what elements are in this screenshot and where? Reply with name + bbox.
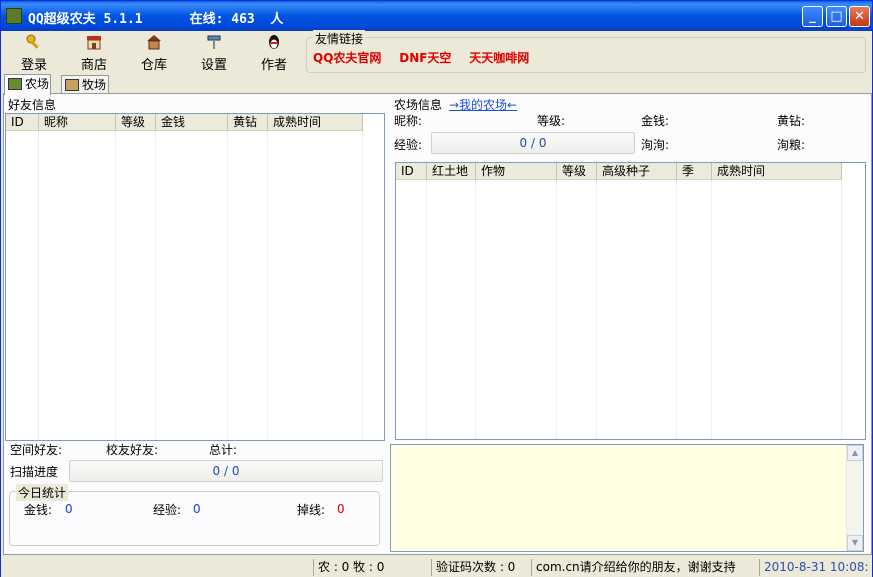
farm-water-label: 洵洵: <box>641 138 670 152</box>
today-drop-label: 掉线: <box>297 503 326 517</box>
link-tiantian-coffee[interactable]: 天天咖啡网 <box>469 51 529 65</box>
today-money-value: 0 <box>65 502 73 516</box>
app-icon <box>6 8 22 24</box>
status-captcha: 验证码次数 : 0 <box>431 559 527 576</box>
settings-icon <box>207 35 221 49</box>
minimize-icon: _ <box>809 9 816 24</box>
today-stats-title: 今日统计 <box>16 484 69 501</box>
maximize-button[interactable]: □ <box>826 6 847 27</box>
farm-nickname-label: 昵称: <box>394 114 423 128</box>
pasture-tab-icon <box>65 79 79 91</box>
today-drop-value: 0 <box>337 502 345 516</box>
login-button[interactable]: 登录 <box>9 34 59 73</box>
col-crop[interactable]: 作物 <box>476 163 557 180</box>
warehouse-icon <box>147 35 161 50</box>
col-season[interactable]: 季 <box>677 163 712 180</box>
status-bar: 农 : 0 牧 : 0 验证码次数 : 0 com.cn请介绍给你的朋友，谢谢支… <box>1 557 872 577</box>
status-datetime: 2010-8-31 10:08:20 <box>759 559 869 576</box>
app-window: QQ超级农夫 5.1.1 在线: 463 人 _ □ ✕ 登录 商店 仓库 设置… <box>0 0 873 577</box>
school-friends-label: 校友好友: <box>106 443 159 457</box>
farm-money-label: 金钱: <box>641 114 670 128</box>
link-qq-farmer-site[interactable]: QQ农夫官网 <box>313 51 381 65</box>
tab-farm[interactable]: 农场 <box>4 74 51 95</box>
status-farm-pasture: 农 : 0 牧 : 0 <box>313 559 425 576</box>
today-exp-label: 经验: <box>153 503 182 517</box>
window-title: QQ超级农夫 5.1.1 在线: 463 人 <box>28 12 284 27</box>
total-label: 总计: <box>209 443 238 457</box>
col-land-id[interactable]: ID <box>396 163 427 180</box>
farm-food-label: 洵粮: <box>777 138 806 152</box>
my-farm-link[interactable]: →我的农场← <box>449 96 517 113</box>
col-red-soil[interactable]: 红土地 <box>427 163 476 180</box>
key-icon <box>26 34 39 49</box>
col-nickname[interactable]: 昵称 <box>39 114 116 131</box>
tab-pasture[interactable]: 牧场 <box>61 75 109 95</box>
farm-level-label: 等级: <box>537 114 566 128</box>
shop-button[interactable]: 商店 <box>69 34 119 73</box>
farm-land-list[interactable]: ID 红土地 作物 等级 高级种子 季 成熟时间 <box>395 162 866 440</box>
warehouse-button[interactable]: 仓库 <box>129 34 179 73</box>
status-message: com.cn请介绍给你的朋友，谢谢支持 <box>531 559 755 576</box>
scan-progress-label: 扫描进度 <box>10 465 59 479</box>
col-money[interactable]: 金钱 <box>156 114 228 131</box>
log-scrollbar[interactable]: ▲ ▼ <box>846 445 863 551</box>
col-crop-mature-time[interactable]: 成熟时间 <box>712 163 842 180</box>
maximize-icon: □ <box>830 9 843 24</box>
qq-penguin-icon <box>269 35 279 49</box>
close-icon: ✕ <box>854 9 865 24</box>
col-id[interactable]: ID <box>6 114 39 131</box>
today-exp-value: 0 <box>193 502 201 516</box>
scan-progress-bar: 0 / 0 <box>69 460 383 482</box>
friend-links-title: 友情链接 <box>313 30 366 47</box>
col-crop-level[interactable]: 等级 <box>557 163 597 180</box>
col-mature-time[interactable]: 成熟时间 <box>268 114 363 131</box>
col-premium-seed[interactable]: 高级种子 <box>597 163 677 180</box>
col-level[interactable]: 等级 <box>116 114 156 131</box>
friends-list[interactable]: ID 昵称 等级 金钱 黄钻 成熟时间 <box>5 113 385 441</box>
scroll-down-icon[interactable]: ▼ <box>847 535 863 551</box>
today-stats-group: 今日统计 <box>9 484 380 546</box>
friends-info-title: 好友信息 <box>8 98 57 112</box>
settings-button[interactable]: 设置 <box>189 34 239 73</box>
farm-info-title: 农场信息 <box>394 98 443 112</box>
farm-exp-bar: 0 / 0 <box>431 132 635 154</box>
farm-exp-label: 经验: <box>394 138 423 152</box>
farm-tab-icon <box>8 78 22 90</box>
col-diamond[interactable]: 黄钻 <box>228 114 268 131</box>
title-bar[interactable]: QQ超级农夫 5.1.1 在线: 463 人 _ □ ✕ <box>1 1 872 31</box>
farm-land-list-header: ID 红土地 作物 等级 高级种子 季 成熟时间 <box>396 163 842 180</box>
today-money-label: 金钱: <box>24 503 53 517</box>
log-textarea[interactable]: ▲ ▼ <box>390 444 864 552</box>
space-friends-label: 空间好友: <box>10 443 63 457</box>
friends-list-header: ID 昵称 等级 金钱 黄钻 成熟时间 <box>6 114 363 131</box>
link-dnf-sky[interactable]: DNF天空 <box>399 51 451 65</box>
close-button[interactable]: ✕ <box>849 6 870 27</box>
farm-diamond-label: 黄钻: <box>777 114 806 128</box>
scroll-up-icon[interactable]: ▲ <box>847 445 863 461</box>
shop-icon <box>87 36 101 50</box>
author-button[interactable]: 作者 <box>249 34 299 73</box>
friend-links-group: 友情链接 QQ农夫官网 DNF天空 天天咖啡网 <box>306 30 866 73</box>
minimize-button[interactable]: _ <box>802 6 823 27</box>
